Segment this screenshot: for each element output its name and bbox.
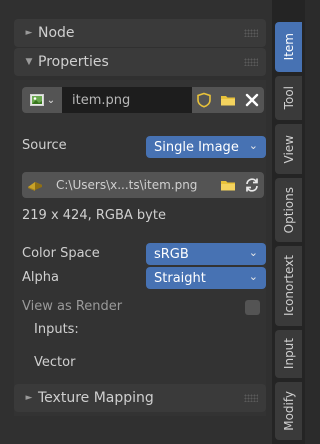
- unlink-image-button[interactable]: [240, 87, 264, 113]
- drag-handle-icon[interactable]: [244, 58, 258, 66]
- pack-file-button[interactable]: [22, 172, 48, 198]
- tab-tool-label: Tool: [281, 86, 296, 110]
- tab-options-label: Options: [281, 186, 296, 234]
- section-texture-mapping-header[interactable]: ► Texture Mapping: [14, 384, 266, 412]
- browse-file-button[interactable]: [216, 172, 240, 198]
- folder-icon: [221, 96, 235, 106]
- alpha-dropdown[interactable]: Straight ⌄: [146, 267, 266, 289]
- folder-icon: [221, 181, 235, 191]
- sidebar-panel: ► Node ▼ Properties ⌄ item.png Source Si…: [0, 0, 272, 444]
- reload-icon: [246, 178, 258, 192]
- image-browse-button[interactable]: ⌄: [22, 87, 62, 113]
- inputs-label: Inputs:: [34, 322, 79, 337]
- image-selector-row: ⌄ item.png: [22, 87, 264, 113]
- shield-icon: [197, 92, 211, 108]
- file-packed-icon: [28, 182, 42, 191]
- chevron-down-icon: ⌄: [248, 246, 258, 259]
- view-as-render-label: View as Render: [22, 299, 123, 314]
- tab-iconortext-label: Iconortext: [281, 255, 296, 317]
- open-image-button[interactable]: [216, 87, 240, 113]
- source-value: Single Image: [154, 139, 239, 155]
- source-label: Source: [22, 138, 67, 153]
- filepath-field[interactable]: C:\Users\x...ts\item.png: [48, 172, 216, 198]
- image-name-field[interactable]: item.png: [62, 87, 192, 113]
- section-node-header[interactable]: ► Node: [14, 19, 266, 47]
- image-icon: [29, 94, 44, 106]
- section-texture-mapping-title: Texture Mapping: [38, 390, 154, 406]
- chevron-down-icon: ⌄: [248, 139, 258, 152]
- collapse-arrow-icon: ▼: [25, 57, 33, 67]
- tab-modify[interactable]: Modify: [275, 382, 302, 440]
- tab-item[interactable]: Item: [275, 22, 302, 72]
- section-properties-header[interactable]: ▼ Properties: [14, 48, 266, 76]
- tab-tool[interactable]: Tool: [275, 76, 302, 120]
- drag-handle-icon[interactable]: [244, 394, 258, 402]
- close-icon: [245, 93, 259, 107]
- vector-label: Vector: [34, 355, 76, 370]
- section-properties-title: Properties: [38, 54, 109, 70]
- tab-modify-label: Modify: [281, 391, 296, 431]
- image-info-text: 219 x 424, RGBA byte: [22, 208, 166, 223]
- source-dropdown[interactable]: Single Image ⌄: [146, 136, 266, 158]
- chevron-down-icon: ⌄: [46, 94, 56, 106]
- color-space-value: sRGB: [154, 246, 189, 262]
- expand-arrow-icon: ►: [25, 393, 33, 403]
- tab-input[interactable]: Input: [275, 330, 302, 378]
- reload-button[interactable]: [240, 172, 264, 198]
- expand-arrow-icon: ►: [25, 28, 33, 38]
- tab-input-label: Input: [281, 338, 296, 370]
- chevron-down-icon: ⌄: [248, 270, 258, 283]
- alpha-value: Straight: [154, 270, 206, 286]
- tab-view[interactable]: View: [275, 124, 302, 174]
- color-space-dropdown[interactable]: sRGB ⌄: [146, 243, 266, 265]
- tab-item-label: Item: [281, 33, 296, 61]
- fake-user-button[interactable]: [192, 87, 216, 113]
- color-space-label: Color Space: [22, 246, 100, 261]
- filepath-row: C:\Users\x...ts\item.png: [22, 172, 264, 198]
- alpha-label: Alpha: [22, 270, 59, 285]
- tab-view-label: View: [281, 134, 296, 164]
- section-node-title: Node: [38, 25, 75, 41]
- tab-iconortext[interactable]: Iconortext: [275, 246, 302, 326]
- tab-options[interactable]: Options: [275, 178, 302, 242]
- view-as-render-checkbox[interactable]: [245, 300, 260, 315]
- sidebar-tabs: Item Tool View Options Iconortext Input …: [272, 0, 305, 444]
- drag-handle-icon[interactable]: [244, 29, 258, 37]
